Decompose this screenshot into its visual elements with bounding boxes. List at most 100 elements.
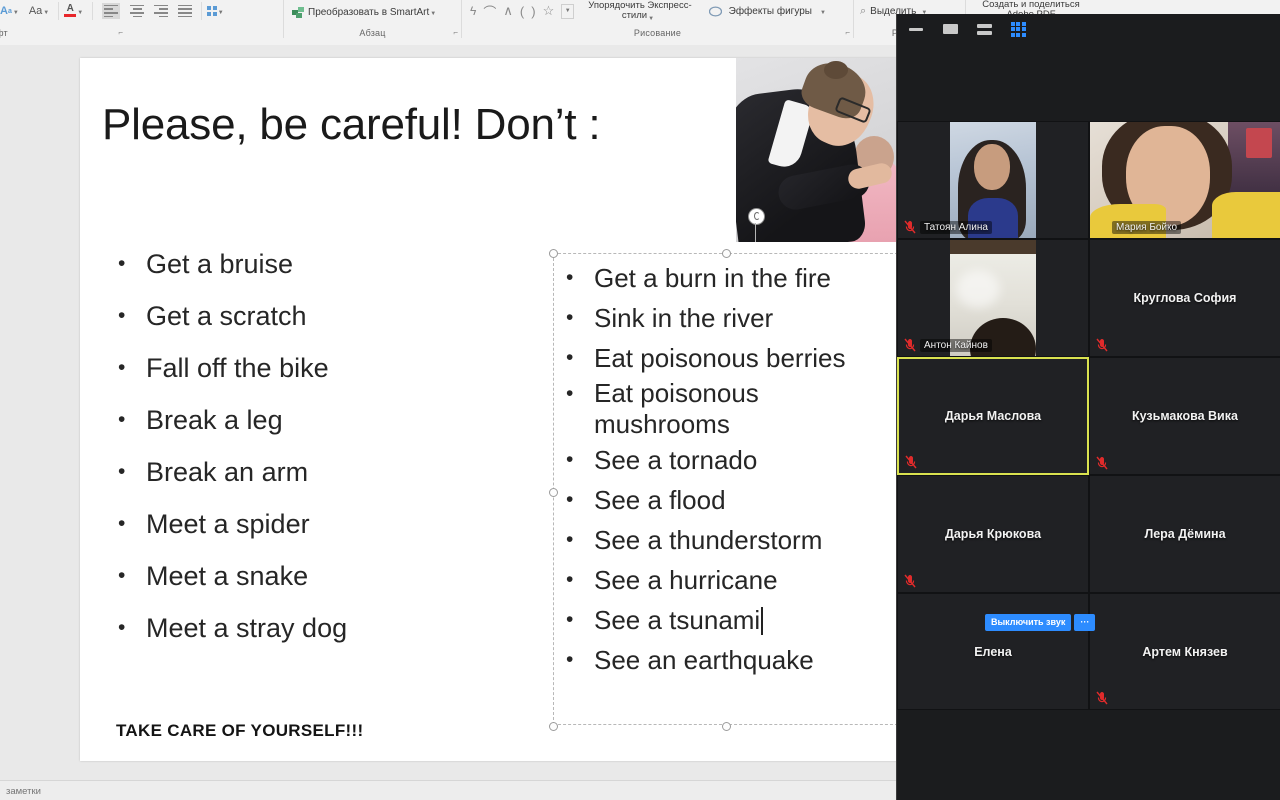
smartart-icon[interactable] bbox=[292, 2, 305, 22]
resize-handle-bottom-left[interactable] bbox=[549, 722, 558, 731]
shape-effects-label[interactable]: Эффекты фигуры bbox=[729, 6, 812, 17]
ribbon-group-paragraph-label: Абзац bbox=[359, 28, 386, 38]
left-brace-shape-icon[interactable]: ( bbox=[520, 1, 524, 21]
chevron-down-icon[interactable]: ▼ bbox=[820, 10, 826, 16]
chevron-down-icon[interactable]: ▼ bbox=[13, 10, 19, 16]
more-options-button[interactable]: ··· bbox=[1074, 614, 1096, 631]
muted-microphone-icon bbox=[905, 455, 917, 469]
participant-tile[interactable]: Лера Дёмина bbox=[1089, 475, 1280, 593]
star-shape-icon[interactable]: ☆ bbox=[543, 1, 555, 21]
zoom-meeting-window[interactable]: Татоян Алина Мария Бойко Антон Кайнов Кр… bbox=[896, 14, 1280, 800]
participant-tile-active[interactable]: Дарья Маслова bbox=[897, 357, 1089, 475]
list-item: See a tornado bbox=[560, 440, 894, 480]
align-right-icon[interactable] bbox=[154, 1, 169, 21]
slide-canvas[interactable]: Please, be careful! Don’t : • Get a brui… bbox=[80, 58, 898, 761]
convert-to-smartart-label[interactable]: Преобразовать в SmartArt bbox=[308, 7, 429, 18]
left-bullet-list[interactable]: Get a bruise Get a scratch Fall off the … bbox=[112, 238, 347, 654]
participant-tile[interactable]: Дарья Крюкова bbox=[897, 475, 1089, 593]
participant-tile[interactable]: Круглова София bbox=[1089, 239, 1280, 357]
change-case-icon[interactable]: Aa bbox=[29, 1, 42, 21]
participant-name: Татоян Алина bbox=[920, 221, 992, 234]
font-color-icon[interactable]: A bbox=[64, 1, 77, 21]
justify-icon[interactable] bbox=[178, 1, 193, 21]
right-brace-shape-icon[interactable]: ) bbox=[531, 1, 535, 21]
slide-footer-text: TAKE CARE OF YOURSELF!!! bbox=[116, 721, 364, 740]
minimize-icon[interactable] bbox=[907, 20, 925, 38]
participant-hover-controls[interactable]: Выключить звук ··· bbox=[985, 614, 1096, 631]
shape-gallery-more-icon[interactable]: ▼ bbox=[561, 3, 575, 19]
list-item: Meet a snake bbox=[112, 550, 347, 602]
drawing-dialog-launcher[interactable]: ⌐ bbox=[845, 28, 850, 37]
split-view-icon[interactable] bbox=[975, 20, 993, 38]
resize-handle-top-left[interactable] bbox=[549, 249, 558, 258]
participant-name: Артем Князев bbox=[1142, 644, 1228, 659]
participant-tile[interactable]: Антон Кайнов bbox=[897, 239, 1089, 357]
participant-tile[interactable]: Кузьмакова Вика bbox=[1089, 357, 1280, 475]
ribbon-group-font: Aa ▼ Aa ▼ A ▼ ▼ т ⌐ bbox=[0, 0, 284, 38]
list-item: Meet a spider bbox=[112, 498, 347, 550]
ribbon-group-paragraph: Преобразовать в SmartArt ▼ Абзац ⌐ bbox=[284, 0, 462, 38]
ribbon-group-drawing-label: Рисование bbox=[633, 28, 682, 38]
list-item: See a hurricane bbox=[560, 560, 894, 600]
muted-microphone-icon bbox=[904, 220, 916, 234]
resize-handle-top-center[interactable] bbox=[722, 249, 731, 258]
muted-microphone-icon bbox=[1096, 691, 1108, 705]
list-item-label: See a tsunami bbox=[594, 605, 761, 635]
list-item: See a flood bbox=[560, 480, 894, 520]
participant-tile[interactable]: Артем Князев bbox=[1089, 593, 1280, 710]
zoom-view-toolbar bbox=[897, 14, 1280, 44]
participant-name: Елена bbox=[974, 644, 1012, 659]
shape-effects-icon[interactable] bbox=[708, 1, 722, 21]
select-arrow-icon[interactable]: ⌕ bbox=[860, 1, 866, 21]
resize-handle-bottom-center[interactable] bbox=[722, 722, 731, 731]
paragraph-dialog-launcher[interactable]: ⌐ bbox=[453, 28, 458, 37]
list-item: Eat poisonous mushrooms bbox=[560, 378, 894, 440]
list-item: Eat poisonous berries bbox=[560, 338, 894, 378]
chevron-down-icon[interactable]: ▼ bbox=[218, 10, 224, 16]
list-item: Sink in the river bbox=[560, 298, 894, 338]
curve-shape-icon[interactable]: ⌒ bbox=[483, 1, 496, 21]
participant-tile[interactable]: Елена bbox=[897, 593, 1089, 710]
participant-tile[interactable]: Татоян Алина bbox=[897, 121, 1089, 239]
list-item: Break a leg bbox=[112, 394, 347, 446]
chevron-down-icon[interactable]: ▼ bbox=[43, 10, 49, 16]
chevron-down-icon[interactable]: ▼ bbox=[430, 11, 436, 17]
participant-name: Дарья Маслова bbox=[944, 409, 1042, 423]
participant-name: Лера Дёмина bbox=[1144, 527, 1226, 541]
ribbon-divider bbox=[201, 2, 203, 20]
clear-formatting-icon[interactable]: Aa bbox=[0, 1, 12, 21]
list-item: Get a burn in the fire bbox=[560, 258, 894, 298]
text-cursor bbox=[761, 607, 763, 635]
list-item-with-caret: See a tsunami bbox=[560, 600, 894, 640]
resize-handle-middle-left[interactable] bbox=[549, 488, 558, 497]
ribbon-divider bbox=[92, 2, 94, 20]
notes-button-label[interactable]: заметки bbox=[6, 786, 41, 797]
gallery-view-icon[interactable] bbox=[1009, 20, 1027, 38]
muted-microphone-icon bbox=[904, 338, 916, 352]
freeform-shape-icon[interactable]: ϟ bbox=[470, 1, 476, 21]
screen-root: Aa ▼ Aa ▼ A ▼ ▼ т ⌐ Преобразовать в Smar… bbox=[0, 0, 1280, 800]
muted-microphone-icon bbox=[904, 574, 916, 588]
teacher-pointing-photo[interactable] bbox=[736, 58, 898, 242]
muted-microphone-icon bbox=[1096, 338, 1108, 352]
list-item: Break an arm bbox=[112, 446, 347, 498]
slide-title[interactable]: Please, be careful! Don’t : bbox=[102, 100, 601, 150]
quick-styles-button[interactable]: Упорядочить Экспресс- стили▼ bbox=[588, 0, 691, 24]
right-bullet-list[interactable]: Get a burn in the fire Sink in the river… bbox=[560, 258, 894, 680]
align-center-icon[interactable] bbox=[130, 1, 145, 21]
chevron-down-icon[interactable]: ▼ bbox=[77, 10, 83, 16]
columns-icon[interactable] bbox=[207, 1, 217, 21]
single-view-icon[interactable] bbox=[941, 20, 959, 38]
participant-tile[interactable]: Мария Бойко bbox=[1089, 121, 1280, 239]
align-left-icon[interactable] bbox=[102, 1, 121, 21]
font-dialog-launcher[interactable]: ⌐ bbox=[118, 28, 123, 37]
zoom-window-bottom-area bbox=[897, 714, 1280, 800]
mute-button[interactable]: Выключить звук bbox=[985, 614, 1072, 631]
picture-rotate-handle[interactable] bbox=[748, 208, 765, 225]
participant-name: Мария Бойко bbox=[1112, 221, 1182, 234]
chevron-down-icon[interactable]: ▼ bbox=[648, 14, 654, 24]
arc-shape-icon[interactable]: ∧ bbox=[503, 1, 513, 21]
muted-microphone-icon bbox=[1096, 456, 1108, 470]
list-item: Get a scratch bbox=[112, 290, 347, 342]
selected-text-box[interactable]: Get a burn in the fire Sink in the river… bbox=[549, 249, 898, 731]
